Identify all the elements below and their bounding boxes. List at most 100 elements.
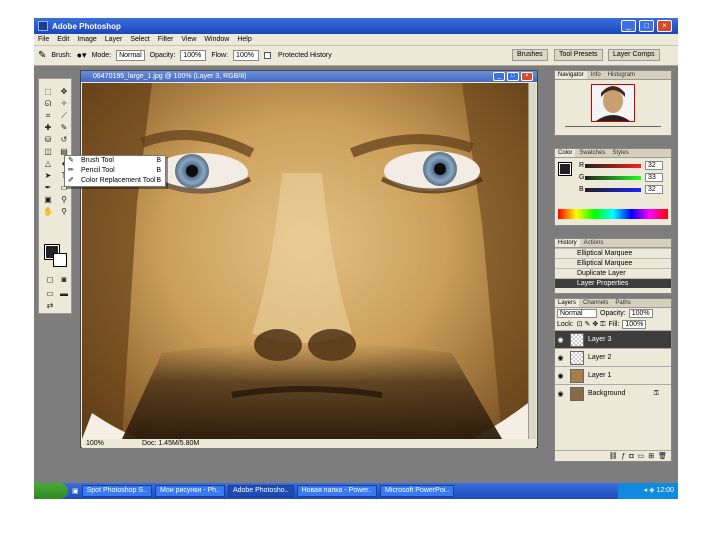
taskbar-item[interactable]: Новая папка - Power.. bbox=[296, 485, 377, 497]
taskbar-item[interactable]: Мои рисунки - Ph.. bbox=[154, 485, 225, 497]
red-value[interactable]: 32 bbox=[645, 161, 663, 170]
taskbar-item[interactable]: Spot Photoshop S.. bbox=[81, 485, 152, 497]
close-button[interactable]: × bbox=[657, 20, 672, 32]
tab-actions[interactable]: Actions bbox=[581, 239, 607, 247]
pen-tool-icon[interactable]: ✒ bbox=[41, 183, 55, 193]
move-tool-icon[interactable]: ✥ bbox=[57, 87, 71, 97]
hand-tool-icon[interactable]: ✋ bbox=[41, 207, 55, 217]
maximize-button[interactable]: □ bbox=[639, 20, 654, 32]
image-canvas[interactable] bbox=[82, 83, 528, 439]
tab-histogram[interactable]: Histogram bbox=[605, 71, 638, 79]
background-color-swatch[interactable] bbox=[53, 253, 67, 267]
visibility-eye-icon[interactable]: ◉ bbox=[555, 390, 566, 398]
blend-mode-select[interactable]: Normal bbox=[557, 309, 597, 318]
path-selection-tool-icon[interactable]: ➤ bbox=[41, 171, 55, 181]
taskbar-item-active[interactable]: Adobe Photosho.. bbox=[227, 485, 294, 497]
green-slider[interactable] bbox=[585, 176, 641, 180]
navigator-thumbnail[interactable] bbox=[591, 84, 635, 122]
doc-close-button[interactable]: × bbox=[521, 72, 533, 81]
layer-row[interactable]: ◉ Layer 3 bbox=[555, 330, 671, 348]
menu-edit[interactable]: Edit bbox=[57, 36, 69, 43]
tab-swatches[interactable]: Swatches bbox=[576, 149, 608, 157]
brush-tool-icon[interactable]: ✎ bbox=[57, 123, 71, 133]
link-layers-icon[interactable]: ⛓ bbox=[609, 452, 618, 460]
tab-info[interactable]: Info bbox=[588, 71, 604, 79]
flyout-item-pencil[interactable]: ✏ Pencil Tool B bbox=[65, 166, 165, 176]
menu-filter[interactable]: Filter bbox=[158, 36, 174, 43]
history-item[interactable]: Elliptical Marquee bbox=[555, 258, 671, 268]
fill-field[interactable]: 100% bbox=[622, 320, 647, 329]
layer-mask-icon[interactable]: ◘ bbox=[629, 453, 633, 460]
flyout-item-brush[interactable]: ✎ Brush Tool B bbox=[65, 156, 165, 166]
tab-brushes[interactable]: Brushes bbox=[512, 49, 548, 61]
menu-file[interactable]: File bbox=[38, 36, 49, 43]
history-item[interactable]: Elliptical Marquee bbox=[555, 248, 671, 258]
menu-help[interactable]: Help bbox=[237, 36, 251, 43]
healing-brush-tool-icon[interactable]: ✚ bbox=[41, 123, 55, 133]
minimize-button[interactable]: _ bbox=[621, 20, 636, 32]
visibility-eye-icon[interactable]: ◉ bbox=[555, 372, 566, 380]
red-slider[interactable] bbox=[585, 164, 641, 168]
color-fg-swatch[interactable] bbox=[558, 162, 572, 176]
history-item[interactable]: Duplicate Layer bbox=[555, 268, 671, 278]
zoom-level[interactable]: 100% bbox=[86, 440, 104, 447]
quick-mask-icon[interactable]: ◙ bbox=[57, 275, 71, 285]
zoom-tool-icon[interactable]: ⚲ bbox=[57, 207, 71, 217]
tab-layers[interactable]: Layers bbox=[555, 299, 580, 307]
layer-row[interactable]: ◉ Background ⚿ bbox=[555, 384, 671, 402]
imageready-jump-icon[interactable]: ⇄ bbox=[43, 301, 57, 311]
marquee-tool-icon[interactable]: ⬚ bbox=[41, 87, 55, 97]
tab-styles[interactable]: Styles bbox=[609, 149, 631, 157]
start-button[interactable] bbox=[34, 483, 68, 499]
tray-icons[interactable]: ◂ ◈ bbox=[644, 487, 657, 494]
vertical-scrollbar[interactable] bbox=[528, 83, 536, 439]
brush-preset-picker[interactable]: ●▾ bbox=[77, 50, 87, 61]
standard-mode-icon[interactable]: ◻ bbox=[43, 275, 57, 285]
brush-tool-icon[interactable]: ✎ bbox=[38, 50, 46, 61]
crop-tool-icon[interactable]: ⌗ bbox=[41, 111, 55, 121]
visibility-eye-icon[interactable]: ◉ bbox=[555, 336, 566, 344]
slice-tool-icon[interactable]: ⟋ bbox=[57, 111, 71, 121]
layer-row[interactable]: ◉ Layer 2 bbox=[555, 348, 671, 366]
eraser-tool-icon[interactable]: ◫ bbox=[41, 147, 55, 157]
tab-paths[interactable]: Paths bbox=[612, 299, 633, 307]
tab-channels[interactable]: Channels bbox=[580, 299, 611, 307]
flyout-item-color-replacement[interactable]: ✐ Color Replacement Tool B bbox=[65, 176, 165, 186]
new-group-icon[interactable]: ▭ bbox=[638, 452, 645, 460]
visibility-eye-icon[interactable]: ◉ bbox=[555, 354, 566, 362]
screen-mode-standard-icon[interactable]: ▭ bbox=[43, 289, 57, 299]
blue-slider[interactable] bbox=[585, 188, 641, 192]
doc-maximize-button[interactable]: □ bbox=[507, 72, 519, 81]
eyedropper-tool-icon[interactable]: ⚲ bbox=[57, 195, 71, 205]
tab-color[interactable]: Color bbox=[555, 149, 576, 157]
history-item-active[interactable]: Layer Properties bbox=[555, 278, 671, 288]
history-brush-tool-icon[interactable]: ↺ bbox=[57, 135, 71, 145]
menu-view[interactable]: View bbox=[181, 36, 196, 43]
layer-style-icon[interactable]: ƒ bbox=[621, 453, 625, 460]
opacity-field[interactable]: 100% bbox=[180, 50, 207, 61]
menu-select[interactable]: Select bbox=[130, 36, 149, 43]
new-layer-icon[interactable]: ⊞ bbox=[648, 452, 654, 460]
layer-opacity-field[interactable]: 100% bbox=[628, 309, 653, 318]
doc-minimize-button[interactable]: _ bbox=[493, 72, 505, 81]
taskbar-item[interactable]: Microsoft PowerPoi.. bbox=[379, 485, 455, 497]
magic-wand-tool-icon[interactable]: ✧ bbox=[57, 99, 71, 109]
tab-navigator[interactable]: Navigator bbox=[555, 71, 587, 79]
blur-tool-icon[interactable]: △ bbox=[41, 159, 55, 169]
mode-select[interactable]: Normal bbox=[116, 50, 145, 61]
green-value[interactable]: 33 bbox=[645, 173, 663, 182]
navigator-zoom-slider[interactable] bbox=[565, 126, 661, 131]
tab-tool-presets[interactable]: Tool Presets bbox=[554, 49, 603, 61]
lasso-tool-icon[interactable]: ᘏ bbox=[41, 99, 55, 109]
quick-launch-icon[interactable]: ▣ bbox=[72, 487, 79, 495]
trash-icon[interactable]: 🗑 bbox=[658, 452, 667, 460]
clone-stamp-tool-icon[interactable]: ⛁ bbox=[41, 135, 55, 145]
tab-layer-comps[interactable]: Layer Comps bbox=[608, 49, 660, 61]
layer-row[interactable]: ◉ Layer 1 bbox=[555, 366, 671, 384]
lock-icon[interactable]: ⊡ ✎ ✥ ⚿ bbox=[577, 320, 606, 329]
blue-value[interactable]: 32 bbox=[645, 185, 663, 194]
menu-image[interactable]: Image bbox=[77, 36, 96, 43]
flow-field[interactable]: 100% bbox=[233, 50, 260, 61]
protect-history-checkbox[interactable] bbox=[264, 52, 272, 59]
notes-tool-icon[interactable]: ▣ bbox=[41, 195, 55, 205]
